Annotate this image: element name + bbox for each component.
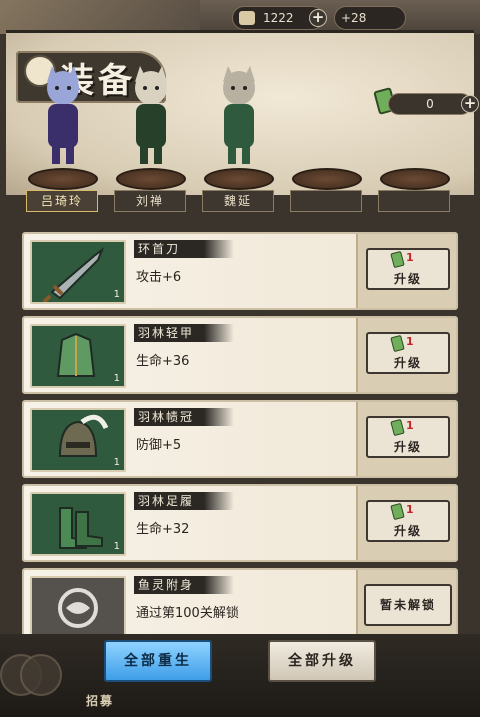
hero-slot[interactable] [198, 60, 280, 194]
resource-value: 1222 [263, 11, 294, 25]
armor-icon [56, 332, 96, 377]
locked-button[interactable]: 暂未解锁 [364, 584, 452, 626]
equipment-name: 羽林轻甲 [134, 324, 234, 342]
upgrade-stone-icon [390, 502, 405, 521]
hero-slot[interactable] [22, 60, 104, 194]
hero-portrait [210, 60, 268, 170]
hero-name-tab[interactable] [378, 190, 450, 212]
cost-value: 1 [406, 251, 414, 264]
upgrade-cost: 1 [390, 250, 432, 269]
hero-pedestal [292, 168, 362, 190]
equipment-list: 1 环首刀 攻击+6 1 升级 1 羽林轻甲 生命+36 1 升级 1 羽林帻冠 防御+5 1 … [22, 232, 458, 646]
equipment-icon-slot[interactable]: 1 [30, 324, 126, 388]
upgrade-cost: 1 [390, 334, 432, 353]
upgrade-button[interactable]: 1 升级 [366, 416, 450, 458]
upgrade-button[interactable]: 1 升级 [366, 500, 450, 542]
spiral-icon[interactable] [20, 654, 62, 696]
hero-slot[interactable] [110, 60, 192, 194]
bonus-counter: +28 [334, 6, 406, 30]
equipment-row: 1 羽林帻冠防御+5 1 升级 [22, 400, 458, 478]
upgrade-stone-icon [390, 250, 405, 269]
hero-pedestal [380, 168, 450, 190]
hero-name-tab[interactable]: 吕琦玲 [26, 190, 98, 212]
hero-portrait [122, 60, 180, 170]
upgrade-stone-icon [390, 334, 405, 353]
equipment-icon-slot[interactable] [30, 576, 126, 640]
upgrade-label: 升级 [393, 272, 422, 286]
hero-slot[interactable] [374, 60, 456, 194]
upgrade-label: 升级 [393, 524, 422, 538]
equipment-icon-slot[interactable]: 1 [30, 240, 126, 304]
action-pane: 暂未解锁 [356, 570, 456, 644]
rebirth-all-button[interactable]: 全部重生 [104, 640, 212, 682]
hero-pedestal [204, 168, 274, 190]
cost-value: 1 [406, 503, 414, 516]
equipment-level: 1 [113, 541, 120, 552]
hero-name-tab[interactable]: 魏延 [202, 190, 274, 212]
upgrade-label: 升级 [393, 440, 422, 454]
hero-portrait [34, 60, 92, 170]
add-resource-button[interactable]: + [309, 9, 327, 27]
equipment-icon-slot[interactable]: 1 [30, 408, 126, 472]
equipment-row: 1 环首刀攻击+6 1 升级 [22, 232, 458, 310]
equipment-stat: 生命+32 [136, 522, 190, 537]
action-pane: 1 升级 [356, 486, 456, 560]
bottom-bar: 全部重生 全部升级 招募 [0, 634, 480, 717]
hero-slot[interactable] [286, 60, 368, 194]
sword-icon [42, 247, 105, 304]
recruit-tab[interactable]: 招募 [86, 692, 114, 709]
equipment-row: 1 羽林轻甲生命+36 1 升级 [22, 316, 458, 394]
hero-pedestal [116, 168, 186, 190]
top-resource-bar: 1222 + +28 [0, 0, 480, 34]
top-left-decoration [0, 0, 200, 34]
ticket-icon [239, 11, 255, 25]
boots-icon [59, 507, 103, 549]
add-stone-button[interactable]: + [461, 95, 479, 113]
upgrade-button[interactable]: 1 升级 [366, 248, 450, 290]
action-pane: 1 升级 [356, 318, 456, 392]
cost-value: 1 [406, 419, 414, 432]
equipment-row: 1 羽林足履生命+32 1 升级 [22, 484, 458, 562]
resource-counter: 1222 + [232, 6, 327, 30]
upgrade-label: 升级 [393, 356, 422, 370]
equipment-icon-slot[interactable]: 1 [30, 492, 126, 556]
hero-pedestal [28, 168, 98, 190]
equipment-level: 1 [113, 457, 120, 468]
equipment-level: 1 [113, 373, 120, 384]
equipment-level: 1 [113, 289, 120, 300]
action-pane: 1 升级 [356, 234, 456, 308]
equipment-name: 环首刀 [134, 240, 234, 258]
upgrade-cost: 1 [390, 502, 432, 521]
cost-value: 1 [406, 335, 414, 348]
equipment-name: 鱼灵附身 [134, 576, 234, 594]
equipment-stat: 通过第100关解锁 [136, 606, 239, 621]
hero-name-tab[interactable]: 刘禅 [114, 190, 186, 212]
action-pane: 1 升级 [356, 402, 456, 476]
upgrade-cost: 1 [390, 418, 432, 437]
helmet-icon [58, 414, 109, 457]
equipment-stat: 生命+36 [136, 354, 190, 369]
upgrade-button[interactable]: 1 升级 [366, 332, 450, 374]
equipment-stat: 防御+5 [136, 438, 182, 453]
fish-spirit-icon [58, 588, 98, 628]
hero-name-tab[interactable] [290, 190, 362, 212]
bonus-value: +28 [341, 11, 367, 25]
upgrade-all-button[interactable]: 全部升级 [268, 640, 376, 682]
equipment-name: 羽林足履 [134, 492, 234, 510]
upgrade-stone-icon [390, 418, 405, 437]
equipment-stat: 攻击+6 [136, 270, 182, 285]
equipment-name: 羽林帻冠 [134, 408, 234, 426]
